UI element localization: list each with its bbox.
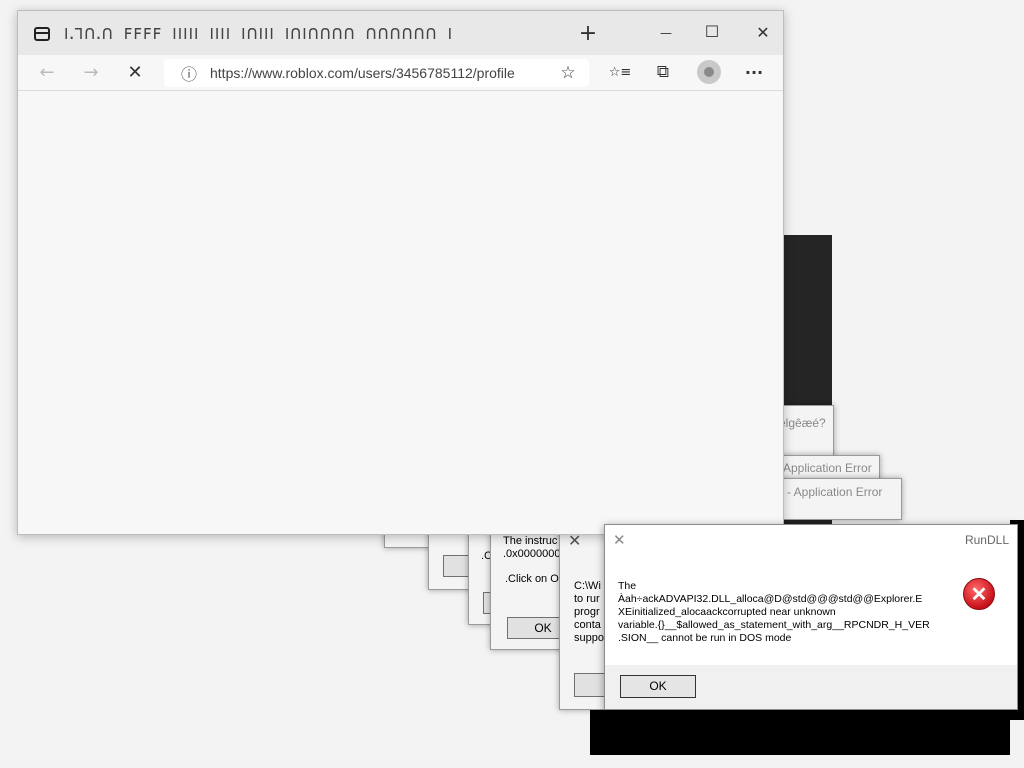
more-icon[interactable]: ···	[740, 59, 768, 85]
favorite-icon[interactable]: ☆	[556, 61, 580, 85]
stop-icon[interactable]: ✕	[122, 59, 148, 85]
error-text: .Click on O	[505, 573, 559, 585]
site-info-icon[interactable]: ⓘ	[178, 61, 200, 85]
error-title: ke - Application Error	[771, 485, 883, 499]
nav-bar: ← → ✕ ⓘ https://www.roblox.com/users/345…	[18, 55, 783, 91]
error-text: suppo	[574, 632, 604, 644]
tab-actions-icon[interactable]	[34, 27, 50, 41]
new-tab-icon[interactable]: +	[576, 21, 600, 46]
page-content	[18, 91, 783, 534]
close-icon[interactable]: ✕	[751, 20, 775, 44]
dialog-footer: OK	[605, 665, 1017, 709]
tab-title[interactable]: ꓲꓸꓶꓵꓸꓵ ꓝꓝꓝꓝ ꓲꓲꓲꓲꓲ ꓲꓲꓲꓲ ꓲꓵꓲꓲꓲ ꓲꓵꓲꓵꓵꓵꓵ ꓵꓵꓵ…	[64, 25, 548, 47]
collections-icon[interactable]: ⧉	[650, 59, 676, 85]
rundll-dialog: ✕ RunDLL The Àah÷ackADVAPI32.DLL_alloca@…	[604, 524, 1018, 710]
tab-bar: ꓲꓸꓶꓵꓸꓵ ꓝꓝꓝꓝ ꓲꓲꓲꓲꓲ ꓲꓲꓲꓲ ꓲꓵꓲꓲꓲ ꓲꓵꓲꓵꓵꓵꓵ ꓵꓵꓵ…	[18, 11, 783, 55]
url-text[interactable]: https://www.roblox.com/users/3456785112/…	[210, 65, 515, 81]
forward-icon[interactable]: →	[78, 59, 104, 85]
error-text: conta	[574, 619, 601, 631]
error-text: The instruc	[503, 535, 558, 547]
ok-label: OK	[649, 679, 667, 693]
address-bar[interactable]: ⓘ https://www.roblox.com/users/345678511…	[164, 59, 589, 87]
minimize-icon[interactable]: —	[654, 21, 678, 45]
error-text: .0x0000000	[503, 548, 561, 560]
browser-window: ꓲꓸꓶꓵꓸꓵ ꓝꓝꓝꓝ ꓲꓲꓲꓲꓲ ꓲꓲꓲꓲ ꓲꓵꓲꓲꓲ ꓲꓵꓲꓵꓵꓵꓵ ꓵꓵꓵ…	[17, 10, 784, 535]
ok-label: OK	[534, 621, 552, 635]
error-title: Application Error	[783, 461, 872, 475]
person-icon	[704, 67, 714, 77]
error-text: C:\Wi	[574, 580, 601, 592]
favorites-icon[interactable]: ☆≡	[606, 59, 634, 85]
back-icon[interactable]: ←	[34, 59, 60, 85]
error-message: The Àah÷ackADVAPI32.DLL_alloca@D@std@@@s…	[618, 580, 930, 644]
profile-avatar[interactable]	[697, 60, 721, 84]
maximize-icon[interactable]: ☐	[700, 19, 724, 43]
error-title: elgêæé?	[779, 416, 826, 430]
error-text: to rur	[574, 593, 600, 605]
close-icon[interactable]: ✕	[613, 531, 626, 549]
error-text: progr	[574, 606, 600, 618]
ok-button[interactable]: OK	[620, 675, 696, 698]
dialog-title: RunDLL	[964, 533, 1009, 547]
error-icon: ✕	[963, 578, 995, 610]
